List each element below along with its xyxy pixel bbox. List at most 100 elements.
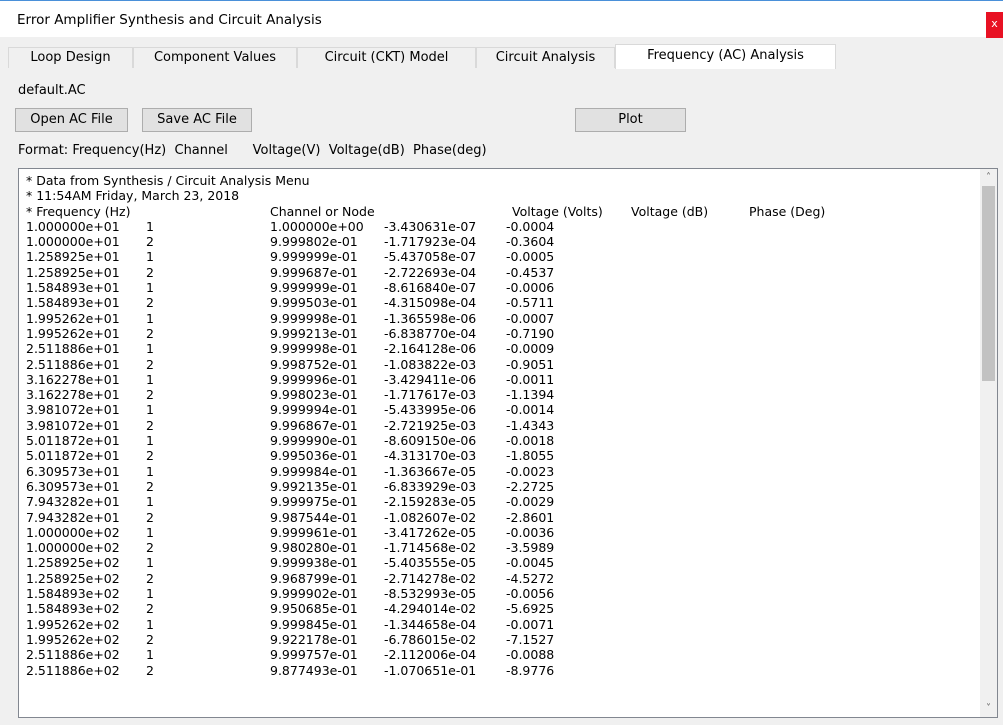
tab-loop-design[interactable]: Loop Design — [8, 47, 133, 68]
channel-cell: 1 — [146, 280, 154, 296]
frequency-cell: 6.309573e+01 — [26, 478, 120, 494]
ac-data-textarea[interactable]: * Data from Synthesis / Circuit Analysis… — [18, 168, 998, 718]
frequency-cell: 2.511886e+01 — [26, 356, 120, 372]
voltage-db-cell: -3.417262e-05 — [384, 524, 477, 540]
channel-cell: 2 — [146, 417, 154, 433]
voltage-cell: 9.999975e-01 — [270, 494, 358, 510]
scroll-up-icon[interactable]: ˄ — [980, 169, 997, 186]
data-row: 1.000000e+02 2 9.980280e-01 -1.714568e-02 -3… — [26, 540, 554, 555]
data-row: 1.258925e+01 2 9.999687e-01 -2.722693e-04 -0… — [26, 265, 554, 280]
phase-cell: -3.5989 — [506, 540, 555, 556]
save-ac-file-button[interactable]: Save AC File — [142, 108, 252, 132]
voltage-db-cell: -1.717617e-03 — [384, 387, 477, 403]
voltage-cell: 9.999990e-01 — [270, 433, 358, 449]
channel-cell: 2 — [146, 356, 154, 372]
filename-label: default.AC — [18, 83, 86, 98]
data-row: 1.995262e+02 2 9.922178e-01 -6.786015e-02 -7… — [26, 632, 554, 647]
tab-component-values[interactable]: Component Values — [133, 47, 297, 68]
scroll-down-icon[interactable]: ˅ — [980, 700, 997, 717]
app-window: Error Amplifier Synthesis and Circuit An… — [0, 0, 1003, 725]
open-ac-file-button[interactable]: Open AC File — [15, 108, 128, 132]
data-row: 3.162278e+01 1 9.999996e-01 -3.429411e-06 -0… — [26, 372, 554, 387]
channel-cell: 2 — [146, 387, 154, 403]
voltage-db-cell: -5.433995e-06 — [384, 402, 477, 418]
channel-cell: 1 — [146, 249, 154, 265]
frequency-cell: 5.011872e+01 — [26, 433, 120, 449]
channel-cell: 1 — [146, 524, 154, 540]
col-voltage-volts-header: Voltage (Volts) — [512, 203, 603, 219]
scrollbar-thumb[interactable] — [982, 186, 995, 381]
phase-cell: -0.0045 — [506, 555, 555, 571]
vertical-scrollbar[interactable]: ˄ ˅ — [980, 169, 997, 717]
phase-cell: -0.3604 — [506, 234, 555, 250]
channel-cell: 2 — [146, 264, 154, 280]
tab-frequency-ac-analysis[interactable]: Frequency (AC) Analysis — [615, 44, 836, 69]
data-row: 5.011872e+01 2 9.995036e-01 -4.313170e-03 -1… — [26, 448, 554, 463]
voltage-db-cell: -2.112006e-04 — [384, 647, 477, 663]
data-row: 1.258925e+02 1 9.999938e-01 -5.403555e-05 -0… — [26, 555, 554, 570]
channel-cell: 1 — [146, 218, 154, 234]
voltage-db-cell: -8.532993e-05 — [384, 586, 477, 602]
data-row: 2.511886e+01 2 9.998752e-01 -1.083822e-03 -0… — [26, 357, 554, 372]
voltage-cell: 9.999998e-01 — [270, 310, 358, 326]
frequency-cell: 1.995262e+02 — [26, 631, 120, 647]
phase-cell: -0.7190 — [506, 325, 555, 341]
comment-line: * 11:54AM Friday, March 23, 2018 — [26, 188, 240, 204]
plot-button[interactable]: Plot — [575, 108, 686, 132]
phase-cell: -0.9051 — [506, 356, 555, 372]
tab-circuit-analysis[interactable]: Circuit Analysis — [476, 47, 615, 68]
data-row: 1.584893e+02 2 9.950685e-01 -4.294014e-02 -5… — [26, 601, 554, 616]
voltage-db-cell: -2.722693e-04 — [384, 264, 477, 280]
phase-cell: -2.2725 — [506, 478, 555, 494]
phase-cell: -0.0006 — [506, 280, 555, 296]
channel-cell: 1 — [146, 341, 154, 357]
voltage-db-cell: -2.164128e-06 — [384, 341, 477, 357]
tab-circuit-model[interactable]: Circuit (CKT) Model — [297, 47, 476, 68]
frequency-cell: 1.995262e+02 — [26, 616, 120, 632]
data-row: 5.011872e+01 1 9.999990e-01 -8.609150e-06 -0… — [26, 433, 554, 448]
voltage-db-cell: -2.159283e-05 — [384, 494, 477, 510]
voltage-db-cell: -1.365598e-06 — [384, 310, 477, 326]
phase-cell: -0.0009 — [506, 341, 555, 357]
voltage-db-cell: -1.714568e-02 — [384, 540, 477, 556]
close-icon: x — [991, 17, 998, 30]
voltage-cell: 9.950685e-01 — [270, 601, 358, 617]
voltage-cell: 9.998023e-01 — [270, 387, 358, 403]
phase-cell: -8.9776 — [506, 662, 555, 678]
phase-cell: -1.4343 — [506, 417, 555, 433]
voltage-cell: 9.999687e-01 — [270, 264, 358, 280]
phase-cell: -4.5272 — [506, 570, 555, 586]
data-row: 2.511886e+02 2 9.877493e-01 -1.070651e-01 -8… — [26, 663, 554, 678]
close-button[interactable]: x — [986, 12, 1003, 38]
phase-cell: -0.0004 — [506, 218, 555, 234]
voltage-db-cell: -1.083822e-03 — [384, 356, 477, 372]
channel-cell: 1 — [146, 402, 154, 418]
phase-cell: -0.0023 — [506, 463, 555, 479]
voltage-db-cell: -6.833929e-03 — [384, 478, 477, 494]
frequency-cell: 7.943282e+01 — [26, 494, 120, 510]
voltage-cell: 9.999961e-01 — [270, 524, 358, 540]
voltage-db-cell: -6.838770e-04 — [384, 325, 477, 341]
data-row: 7.943282e+01 1 9.999975e-01 -2.159283e-05 -0… — [26, 494, 554, 509]
data-row: 6.309573e+01 2 9.992135e-01 -6.833929e-03 -2… — [26, 479, 554, 494]
col-frequency-header: * Frequency (Hz) — [26, 203, 131, 219]
voltage-db-cell: -2.721925e-03 — [384, 417, 477, 433]
frequency-cell: 2.511886e+02 — [26, 647, 120, 663]
voltage-db-cell: -8.616840e-07 — [384, 280, 477, 296]
voltage-cell: 9.995036e-01 — [270, 448, 358, 464]
col-channel-header: Channel or Node — [270, 203, 375, 219]
data-row: 6.309573e+01 1 9.999984e-01 -1.363667e-05 -0… — [26, 464, 554, 479]
col-phase-header: Phase (Deg) — [749, 203, 826, 219]
voltage-cell: 9.999984e-01 — [270, 463, 358, 479]
frequency-cell: 1.584893e+01 — [26, 280, 120, 296]
voltage-db-cell: -1.717923e-04 — [384, 234, 477, 250]
voltage-cell: 9.999757e-01 — [270, 647, 358, 663]
channel-cell: 1 — [146, 310, 154, 326]
phase-cell: -7.1527 — [506, 631, 555, 647]
voltage-db-cell: -4.315098e-04 — [384, 295, 477, 311]
voltage-cell: 9.996867e-01 — [270, 417, 358, 433]
voltage-cell: 9.999999e-01 — [270, 280, 358, 296]
channel-cell: 1 — [146, 555, 154, 571]
voltage-cell: 9.999994e-01 — [270, 402, 358, 418]
channel-cell: 2 — [146, 325, 154, 341]
